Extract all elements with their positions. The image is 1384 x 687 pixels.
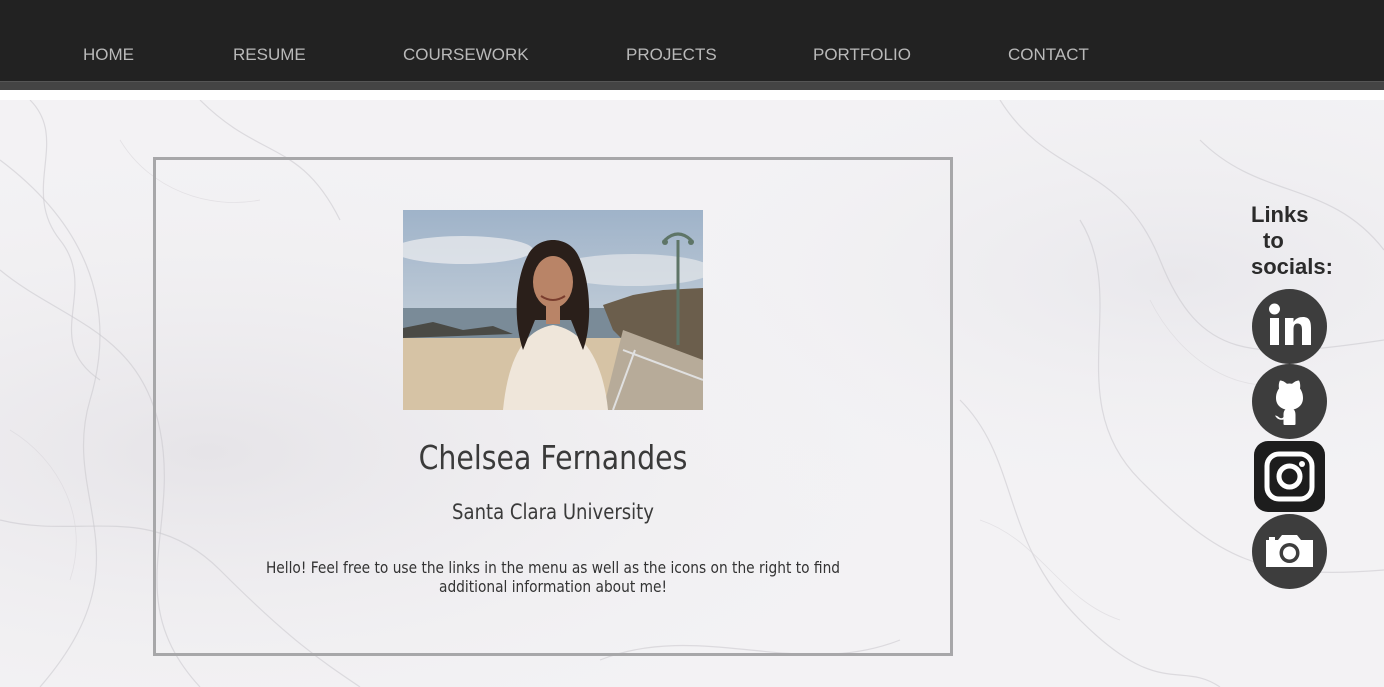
profile-school: Santa Clara University: [452, 500, 654, 524]
top-navigation-bar: HOME RESUME COURSEWORK PROJECTS PORTFOLI…: [0, 0, 1384, 81]
linkedin-icon[interactable]: [1252, 289, 1327, 364]
github-icon[interactable]: [1252, 364, 1327, 439]
instagram-icon[interactable]: [1252, 439, 1327, 514]
intro-text: Hello! Feel free to use the links in the…: [265, 558, 841, 596]
nav-divider-strip: [0, 81, 1384, 90]
profile-card: Chelsea Fernandes Santa Clara University…: [153, 157, 953, 656]
profile-name: Chelsea Fernandes: [418, 438, 688, 477]
camera-icon[interactable]: [1252, 514, 1327, 589]
nav-projects[interactable]: PROJECTS: [626, 45, 717, 65]
nav-home[interactable]: HOME: [83, 45, 134, 65]
nav-contact[interactable]: CONTACT: [1008, 45, 1089, 65]
socials-heading-line2: to: [1263, 228, 1284, 253]
nav-coursework[interactable]: COURSEWORK: [403, 45, 529, 65]
socials-heading-line1: Links: [1251, 202, 1309, 227]
profile-photo: [403, 210, 703, 410]
nav-resume[interactable]: RESUME: [233, 45, 306, 65]
socials-heading: Links to socials:: [1251, 202, 1361, 280]
nav-portfolio[interactable]: PORTFOLIO: [813, 45, 911, 65]
socials-heading-line3: socials:: [1251, 254, 1333, 279]
